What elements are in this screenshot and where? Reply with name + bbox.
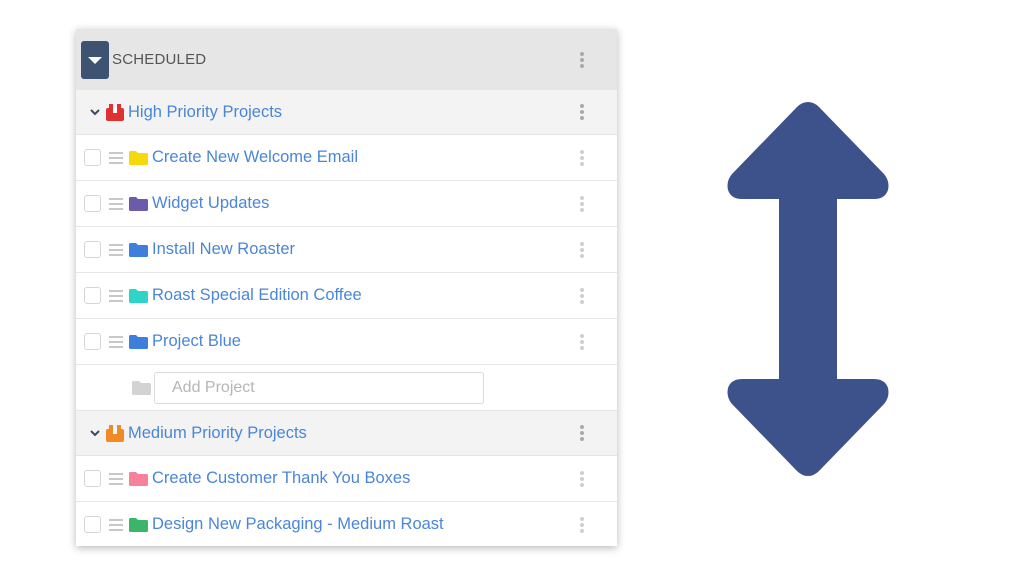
- priority-box-icon: [106, 103, 124, 121]
- project-row: Widget Updates: [76, 181, 617, 227]
- kebab-icon[interactable]: [579, 425, 585, 441]
- drag-handle-icon[interactable]: [109, 289, 123, 302]
- drag-handle-icon[interactable]: [109, 151, 123, 164]
- project-checkbox[interactable]: [84, 333, 101, 350]
- folder-icon: [129, 150, 148, 165]
- collapse-toggle-button[interactable]: [81, 40, 109, 79]
- project-checkbox[interactable]: [84, 195, 101, 212]
- kebab-icon[interactable]: [579, 287, 585, 304]
- project-title[interactable]: Create Customer Thank You Boxes: [152, 469, 410, 488]
- project-row: Design New Packaging - Medium Roast: [76, 502, 617, 546]
- folder-icon: [129, 334, 148, 349]
- project-title[interactable]: Project Blue: [152, 332, 241, 351]
- kebab-icon[interactable]: [579, 104, 585, 120]
- kebab-icon[interactable]: [579, 470, 585, 487]
- drag-handle-icon[interactable]: [109, 472, 123, 485]
- project-row: Roast Special Edition Coffee: [76, 273, 617, 319]
- kebab-icon[interactable]: [579, 51, 585, 68]
- kebab-icon[interactable]: [579, 333, 585, 350]
- caret-down-icon: [88, 57, 102, 64]
- group-title[interactable]: High Priority Projects: [128, 103, 282, 122]
- project-title[interactable]: Widget Updates: [152, 194, 269, 213]
- folder-icon: [132, 380, 151, 395]
- project-row: Install New Roaster: [76, 227, 617, 273]
- project-row: Create Customer Thank You Boxes: [76, 456, 617, 502]
- scheduled-header: SCHEDULED: [76, 29, 617, 90]
- drag-handle-icon[interactable]: [109, 518, 123, 531]
- priority-box-icon: [106, 424, 124, 442]
- folder-icon: [129, 196, 148, 211]
- project-title[interactable]: Roast Special Edition Coffee: [152, 286, 362, 305]
- project-title[interactable]: Design New Packaging - Medium Roast: [152, 515, 444, 534]
- folder-icon: [129, 288, 148, 303]
- chevron-down-icon[interactable]: [90, 107, 100, 117]
- group-header-high-priority: High Priority Projects: [76, 90, 617, 135]
- section-title: SCHEDULED: [112, 51, 207, 68]
- scheduled-panel: SCHEDULED High Priority Projects Create …: [76, 29, 617, 546]
- project-title[interactable]: Create New Welcome Email: [152, 148, 358, 167]
- drag-handle-icon[interactable]: [109, 243, 123, 256]
- project-title[interactable]: Install New Roaster: [152, 240, 295, 259]
- project-checkbox[interactable]: [84, 516, 101, 533]
- kebab-icon[interactable]: [579, 241, 585, 258]
- group-title[interactable]: Medium Priority Projects: [128, 424, 307, 443]
- project-checkbox[interactable]: [84, 287, 101, 304]
- project-checkbox[interactable]: [84, 470, 101, 487]
- project-row: Project Blue: [76, 319, 617, 365]
- drag-handle-icon[interactable]: [109, 197, 123, 210]
- drag-handle-icon[interactable]: [109, 335, 123, 348]
- add-project-row: [76, 365, 617, 411]
- project-row: Create New Welcome Email: [76, 135, 617, 181]
- project-checkbox[interactable]: [84, 241, 101, 258]
- project-checkbox[interactable]: [84, 149, 101, 166]
- folder-icon: [129, 471, 148, 486]
- add-project-input[interactable]: [154, 371, 484, 404]
- kebab-icon[interactable]: [579, 195, 585, 212]
- folder-icon: [129, 242, 148, 257]
- group-header-medium-priority: Medium Priority Projects: [76, 411, 617, 456]
- chevron-down-icon[interactable]: [90, 428, 100, 438]
- folder-icon: [129, 517, 148, 532]
- kebab-icon[interactable]: [579, 149, 585, 166]
- kebab-icon[interactable]: [579, 516, 585, 533]
- vertical-double-arrow-icon: [727, 102, 889, 476]
